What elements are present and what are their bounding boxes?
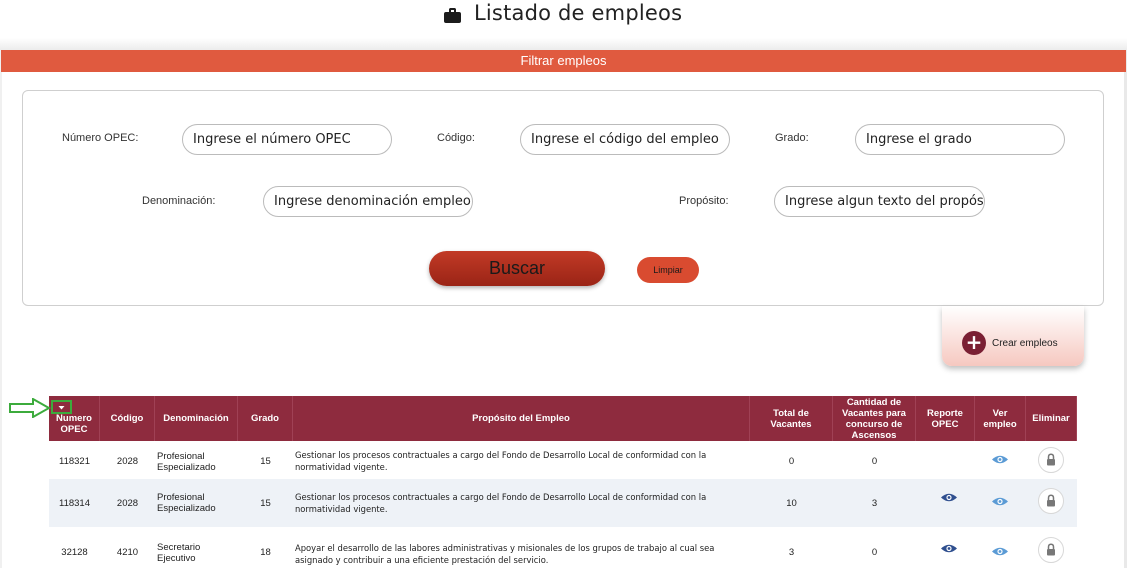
page-title: Listado de empleos xyxy=(474,1,683,25)
label-codigo: Código: xyxy=(437,132,475,144)
lock-icon xyxy=(1047,494,1055,507)
cell-ascensos: 3 xyxy=(871,498,878,509)
cell-grado: 18 xyxy=(260,547,271,558)
crear-empleos-label: Crear empleos xyxy=(992,337,1058,349)
eliminar-button[interactable] xyxy=(1038,537,1064,563)
cell-total-vacantes: 0 xyxy=(788,456,795,467)
codigo-input[interactable]: Ingrese el código del empleo xyxy=(520,124,730,155)
denominacion-input[interactable]: Ingrese denominación empleo xyxy=(263,186,473,217)
cell-total-vacantes: 10 xyxy=(786,498,797,509)
eliminar-button[interactable] xyxy=(1038,447,1064,473)
th-ver-empleo: Ver empleo xyxy=(975,396,1026,441)
green-arrow-icon xyxy=(9,398,51,418)
label-numero-opec: Número OPEC: xyxy=(62,132,139,144)
eliminar-button[interactable] xyxy=(1038,488,1064,514)
reporte-eye-icon[interactable] xyxy=(940,492,958,503)
cell-opec: 32128 xyxy=(61,547,88,558)
numero-opec-input[interactable]: Ingrese el número OPEC xyxy=(182,124,392,155)
limpiar-button[interactable]: Limpiar xyxy=(637,257,699,283)
reporte-eye-icon[interactable] xyxy=(940,543,958,554)
title-wrap: Listado de empleos xyxy=(444,1,682,25)
cell-proposito: Gestionar los procesos contractuales a c… xyxy=(295,450,707,472)
left-edge xyxy=(0,50,2,568)
proposito-input[interactable]: Ingrese algun texto del propósito xyxy=(774,186,985,217)
view-eye-icon[interactable] xyxy=(991,496,1009,507)
briefcase-icon xyxy=(444,8,462,23)
cell-opec: 118321 xyxy=(59,456,90,467)
sort-highlight[interactable] xyxy=(51,400,72,414)
plus-icon: + xyxy=(962,331,986,355)
cell-ascensos: 0 xyxy=(871,547,878,558)
sort-down-icon xyxy=(58,406,65,410)
th-eliminar: Eliminar xyxy=(1026,396,1077,441)
cell-denominacion: Secretario Ejecutivo xyxy=(157,542,201,564)
buscar-button[interactable]: Buscar xyxy=(429,251,605,286)
cell-grado: 15 xyxy=(260,498,271,509)
cell-proposito: Gestionar los procesos contractuales a c… xyxy=(295,492,707,514)
cell-codigo: 4210 xyxy=(116,547,139,558)
header-shadow xyxy=(0,38,1127,50)
th-codigo[interactable]: Código xyxy=(100,396,155,441)
view-eye-icon[interactable] xyxy=(991,454,1009,465)
cell-denominacion: Profesional Especializado xyxy=(157,451,216,473)
grado-input[interactable]: Ingrese el grado xyxy=(855,124,1065,155)
th-total-vacantes[interactable]: Total de Vacantes xyxy=(750,396,833,441)
cell-codigo: 2028 xyxy=(116,498,139,509)
cell-codigo: 2028 xyxy=(116,456,139,467)
label-proposito: Propósito: xyxy=(679,195,729,207)
th-proposito[interactable]: Propósito del Empleo xyxy=(293,396,750,441)
view-eye-icon[interactable] xyxy=(991,546,1009,557)
th-grado[interactable]: Grado xyxy=(238,396,293,441)
lock-icon xyxy=(1047,453,1055,466)
label-denominacion: Denominación: xyxy=(142,195,216,207)
cell-proposito: Apoyar el desarrollo de las labores admi… xyxy=(295,543,715,565)
cell-ascensos: 0 xyxy=(871,456,878,467)
th-cantidad-ascensos[interactable]: Cantidad de Vacantes para concurso de As… xyxy=(833,396,916,441)
th-denominacion[interactable]: Denominación xyxy=(155,396,238,441)
cell-total-vacantes: 3 xyxy=(788,547,795,558)
label-grado: Grado: xyxy=(775,132,809,144)
cell-opec: 118314 xyxy=(59,498,90,509)
lock-icon xyxy=(1047,543,1055,556)
cell-grado: 15 xyxy=(260,456,271,467)
crear-panel: + Crear empleos xyxy=(942,306,1084,366)
crear-empleos-button[interactable]: + Crear empleos xyxy=(962,331,1058,355)
filter-bar[interactable]: Filtrar empleos xyxy=(1,50,1126,72)
cell-denominacion: Profesional Especializado xyxy=(157,492,216,514)
th-reporte-opec: Reporte OPEC xyxy=(916,396,975,441)
